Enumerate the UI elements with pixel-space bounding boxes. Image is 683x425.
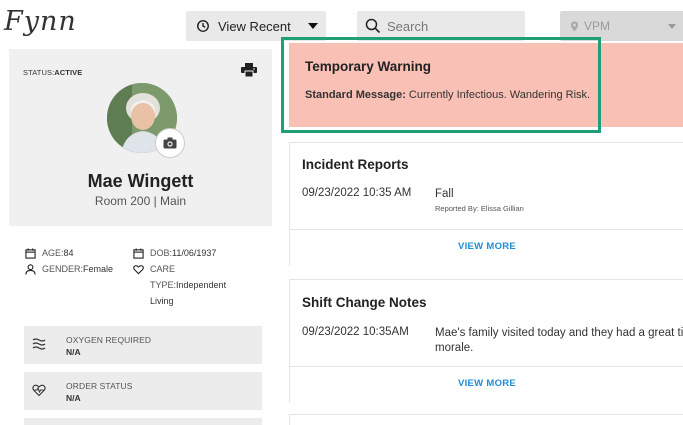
resident-profile-card: STATUS:ACTIVE Mae Wingett Room 200 | Mai… — [9, 49, 272, 226]
calendar-icon — [25, 248, 36, 259]
divider — [290, 229, 683, 230]
search-icon — [365, 18, 381, 34]
shift-note-entry-line2: morale. — [435, 342, 474, 354]
age-value: 84 — [63, 248, 74, 258]
warning-title: Temporary Warning — [305, 59, 432, 74]
search-box[interactable] — [357, 11, 525, 41]
stat-card-partial — [24, 418, 262, 425]
order-status-card: ORDER STATUS N/A — [24, 372, 262, 410]
dob-value: 11/06/1937 — [172, 248, 217, 258]
next-card-partial — [289, 414, 683, 425]
incident-reports-title: Incident Reports — [302, 157, 409, 172]
status-label: STATUS: — [23, 68, 55, 77]
oxygen-status-card: OXYGEN REQUIRED N/A — [24, 326, 262, 364]
location-select[interactable]: VPM — [560, 11, 683, 41]
incident-reported-by: Reported By: Elissa Gillian — [435, 204, 524, 213]
heartbeat-icon — [32, 384, 46, 397]
history-icon — [197, 20, 209, 32]
dob-row: DOB: 11/06/1937 — [133, 248, 216, 259]
shift-note-date: 09/23/2022 10:35AM — [302, 326, 409, 338]
care-type-row-2: Living — [150, 296, 174, 306]
gender-row: GENDER: Female — [25, 264, 113, 275]
resident-room: Room 200 | Main — [94, 194, 187, 208]
status-line: STATUS:ACTIVE — [23, 68, 82, 77]
status-value: ACTIVE — [54, 68, 83, 77]
shift-notes-view-more-link[interactable]: VIEW MORE — [290, 378, 683, 389]
calendar-icon — [133, 248, 144, 259]
gender-value: Female — [83, 264, 114, 274]
age-row: AGE: 84 — [25, 248, 74, 259]
order-status-value: N/A — [66, 393, 81, 403]
resident-name: Mae Wingett — [87, 171, 194, 191]
location-label: VPM — [584, 19, 611, 33]
warning-message-text: Currently Infectious. Wandering Risk. — [405, 89, 591, 101]
incident-entry: Fall — [435, 188, 454, 200]
heart-icon — [133, 265, 144, 275]
view-recent-label: View Recent — [218, 18, 291, 34]
care-type-row: TYPE: Independent — [150, 280, 226, 290]
warning-message-label: Standard Message: — [305, 89, 406, 101]
temporary-warning-banner: Temporary Warning Standard Message: Curr… — [289, 43, 683, 127]
search-input[interactable] — [387, 18, 517, 34]
order-status-label: ORDER STATUS — [66, 381, 133, 391]
care-row: CARE — [133, 264, 175, 275]
gender-label: GENDER: — [42, 264, 84, 274]
incident-view-more-link[interactable]: VIEW MORE — [290, 241, 683, 252]
shift-notes-title: Shift Change Notes — [302, 295, 427, 310]
divider — [290, 366, 683, 367]
print-icon[interactable] — [241, 63, 257, 77]
care-type-value-cont: Living — [150, 296, 174, 306]
view-recent-dropdown[interactable]: View Recent — [186, 11, 326, 41]
camera-icon — [163, 137, 177, 149]
caret-down-icon — [668, 24, 676, 29]
person-icon — [25, 264, 36, 275]
map-pin-icon — [570, 21, 579, 31]
shift-change-notes-card: Shift Change Notes 09/23/2022 10:35AM Ma… — [289, 279, 683, 403]
app-logo[interactable]: Fynn — [4, 6, 77, 37]
care-type-value: Independent — [176, 280, 227, 290]
dob-label: DOB: — [150, 248, 173, 258]
age-label: AGE: — [42, 248, 64, 258]
care-label: CARE — [150, 264, 176, 274]
wind-icon — [32, 338, 46, 350]
shift-note-entry-line1: Mae's family visited today and they had … — [435, 327, 683, 339]
oxygen-value: N/A — [66, 347, 81, 357]
change-photo-button[interactable] — [155, 128, 185, 158]
caret-down-icon — [308, 23, 318, 29]
incident-reports-card: Incident Reports 09/23/2022 10:35 AM Fal… — [289, 142, 683, 266]
warning-message: Standard Message: Currently Infectious. … — [305, 89, 590, 101]
oxygen-label: OXYGEN REQUIRED — [66, 335, 152, 345]
care-type-label: TYPE: — [150, 280, 177, 290]
incident-date: 09/23/2022 10:35 AM — [302, 187, 412, 199]
